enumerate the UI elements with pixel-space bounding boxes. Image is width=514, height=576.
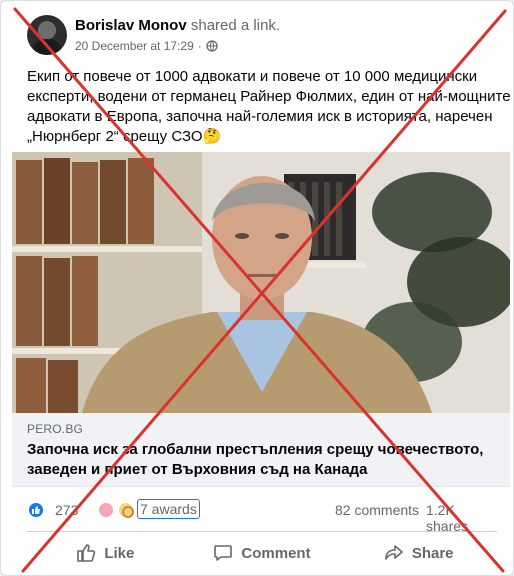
link-preview-info[interactable]: PERO.BG Започна иск за глобални престъпл… — [12, 413, 510, 487]
globe-icon — [206, 40, 218, 52]
avatar[interactable] — [27, 15, 67, 55]
post-meta: 20 December at 17:29 · — [75, 39, 218, 53]
post-text-line: адвокати в Европа, започна най-големия и… — [27, 108, 493, 125]
post-text-line: „Нюрнберг 2“ срещу СЗО🤔 — [27, 128, 222, 145]
medal-award-icon — [117, 501, 135, 519]
post-timestamp[interactable]: 20 December at 17:29 — [75, 39, 194, 53]
engagement-row: 273 7 awards 82 comments 1.2K shares — [27, 498, 497, 534]
comment-label: Comment — [241, 544, 311, 562]
share-label: Share — [411, 544, 454, 562]
comment-icon — [213, 543, 233, 563]
post-text-line: експерти, водени от германец Райнер Фюлм… — [27, 88, 511, 105]
comments-count[interactable]: 82 comments — [335, 502, 419, 518]
link-preview-image[interactable] — [12, 152, 510, 413]
divider — [27, 531, 497, 532]
share-button[interactable]: Share — [340, 536, 497, 570]
awards-link[interactable]: 7 awards — [137, 499, 200, 519]
author-line: Borislav Monov shared a link. — [75, 17, 280, 34]
reaction-count[interactable]: 273 — [55, 502, 78, 518]
reaction-icons[interactable] — [27, 501, 45, 519]
post-header: Borislav Monov shared a link. 20 Decembe… — [27, 13, 497, 59]
share-icon — [384, 543, 404, 563]
comment-button[interactable]: Comment — [184, 536, 341, 570]
like-label: Like — [104, 544, 135, 562]
link-domain: PERO.BG — [27, 422, 84, 436]
brain-award-icon — [97, 501, 115, 519]
author-action: shared a link. — [190, 17, 281, 34]
post-text: Екип от повече от 1000 адвокати и повече… — [27, 67, 511, 147]
shares-count[interactable]: 1.2K shares — [426, 502, 497, 534]
like-reaction-icon — [27, 501, 45, 519]
post-card: Borislav Monov shared a link. 20 Decembe… — [0, 0, 514, 576]
like-button[interactable]: Like — [27, 536, 184, 570]
link-title[interactable]: Започна иск за глобални престъпления сре… — [27, 440, 497, 480]
thumbs-up-icon — [76, 543, 96, 563]
award-icons — [97, 501, 135, 519]
post-text-line: Екип от повече от 1000 адвокати и повече… — [27, 68, 478, 85]
author-name[interactable]: Borislav Monov — [75, 17, 187, 34]
action-bar: Like Comment Share — [27, 536, 497, 570]
